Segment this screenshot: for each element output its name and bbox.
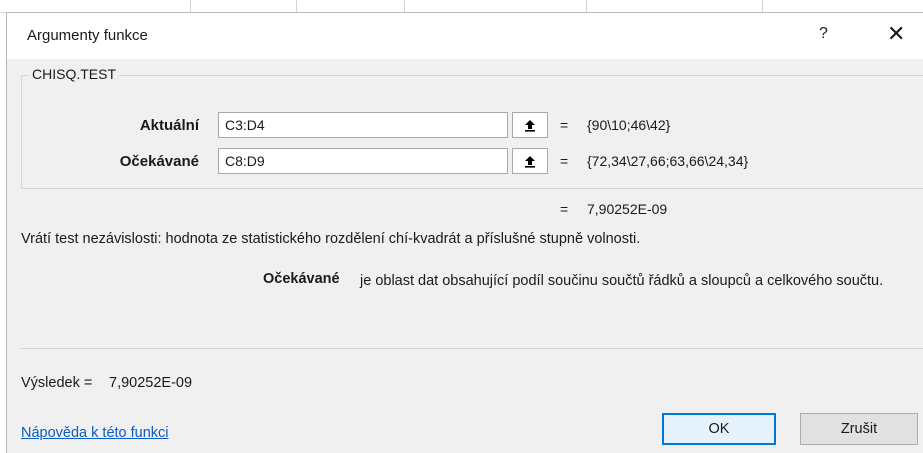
grid-line (190, 0, 191, 12)
close-icon[interactable]: ✕ (887, 21, 905, 47)
arg-label-expected: Očekávané (119, 153, 199, 170)
cancel-button[interactable]: Zrušit (800, 413, 918, 445)
arg-description-text: je oblast dat obsahující podíl součinu s… (360, 273, 884, 289)
grid-line (404, 0, 405, 12)
help-link[interactable]: Nápověda k této funkci (21, 425, 169, 441)
upload-arrow-icon (525, 156, 535, 168)
divider (21, 348, 923, 349)
arg-evaluated-actual: {90\10;46\42} (587, 117, 671, 133)
arg-evaluated-expected: {72,34\27,66;63,66\24,34} (587, 153, 749, 169)
collapse-dialog-button-expected[interactable] (512, 148, 548, 174)
function-arguments-dialog: Argumenty funkce ? ✕ CHISQ.TEST Aktuální… (6, 12, 923, 453)
grid-line (586, 0, 587, 12)
actual-range-input[interactable]: C3:D4 (218, 112, 508, 138)
function-description: Vrátí test nezávislosti: hodnota ze stat… (21, 231, 641, 247)
help-button[interactable]: ? (819, 25, 828, 43)
ok-button[interactable]: OK (662, 413, 776, 445)
arg-label-actual: Aktuální (139, 117, 199, 134)
arg-description-name: Očekávané (263, 271, 340, 287)
collapse-dialog-button-actual[interactable] (512, 112, 548, 138)
equals-sign: = (560, 153, 569, 169)
result-value: 7,90252E-09 (109, 375, 193, 391)
equals-sign: = (560, 117, 569, 133)
equals-sign: = (560, 201, 569, 217)
grid-line (762, 0, 763, 12)
result-label: Výsledek = (21, 375, 93, 391)
grid-line (296, 0, 297, 12)
dialog-title: Argumenty funkce (27, 27, 148, 44)
expected-range-input[interactable]: C8:D9 (218, 148, 508, 174)
title-bar: Argumenty funkce ? ✕ (7, 13, 923, 59)
upload-arrow-icon (525, 120, 535, 132)
formula-result: 7,90252E-09 (587, 201, 668, 217)
function-name: CHISQ.TEST (29, 66, 120, 82)
